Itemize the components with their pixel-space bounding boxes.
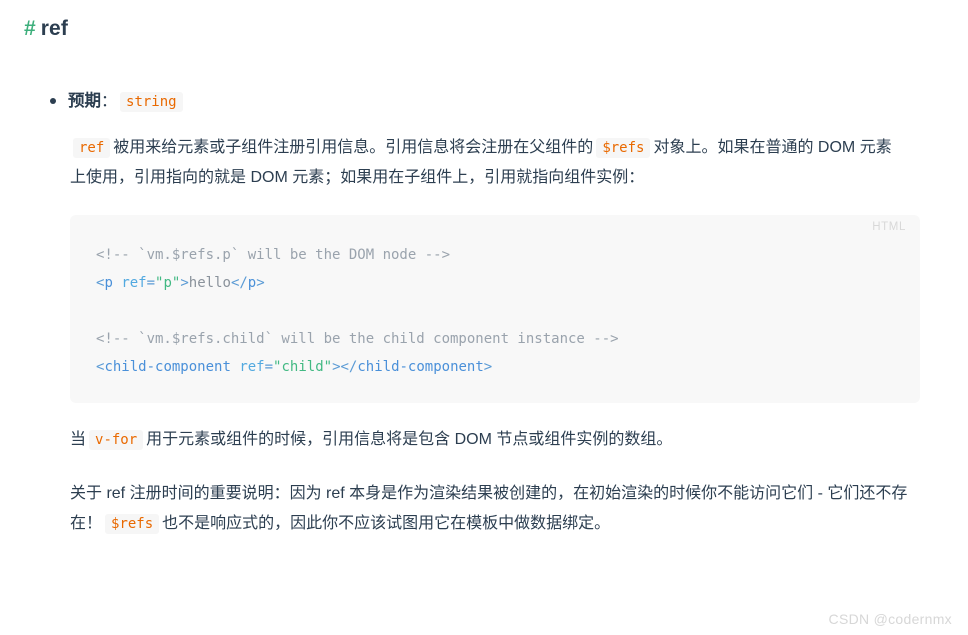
code-token-comment: <!-- `vm.$refs.p` will be the DOM node -… — [96, 247, 451, 263]
code-token-punct: </ — [230, 275, 248, 291]
code-token-tag: child-component — [357, 359, 484, 375]
code-token-tag: p — [104, 275, 113, 291]
code-language-label: HTML — [872, 221, 906, 233]
code-token-punct: > — [256, 275, 265, 291]
code-content[interactable]: <!-- `vm.$refs.p` will be the DOM node -… — [96, 241, 894, 381]
expected-type-list: 预期： string — [0, 88, 968, 115]
code-token-punct: > — [180, 275, 189, 291]
code-token-attr: ref — [121, 275, 147, 291]
inline-code-string: string — [120, 92, 183, 112]
page-title: # ref — [0, 0, 968, 44]
inline-code-refs-2: $refs — [105, 514, 160, 534]
code-token-tag: child-component — [104, 359, 231, 375]
description-paragraph-2: 当 v-for 用于元素或组件的时候，引用信息将是包含 DOM 节点或组件实例的数组… — [70, 425, 906, 455]
paragraph2-part2: 用于元素或组件的时候，引用信息将是包含 DOM 节点或组件实例的数组。 — [146, 431, 673, 448]
heading-anchor-icon[interactable]: # — [24, 14, 36, 44]
code-token-comment: <!-- `vm.$refs.child` will be the child … — [96, 331, 619, 347]
paragraph2-part1: 当 — [70, 431, 87, 448]
paragraph3-part2: 也不是响应式的，因此你不应该试图用它在模板中做数据绑定。 — [162, 515, 611, 532]
list-item: 预期： string — [0, 88, 968, 115]
inline-code-refs-1: $refs — [596, 138, 651, 158]
code-token-tag: p — [247, 275, 257, 291]
code-token-punct: = — [146, 275, 156, 291]
code-token-string: "p" — [155, 275, 181, 291]
document-page: # ref 预期： string ref 被用来给元素或子组件注册引用信息。引用信息将… — [0, 0, 968, 635]
content-body: ref 被用来给元素或子组件注册引用信息。引用信息将会注册在父组件的 $refs 对象… — [0, 133, 968, 539]
code-token-attr: ref — [239, 359, 265, 375]
code-token-text: hello — [188, 275, 231, 291]
code-token-punct: > — [332, 359, 341, 375]
code-token-string: "child" — [273, 359, 333, 375]
code-token-punct: = — [264, 359, 274, 375]
code-tokens: <!-- `vm.$refs.p` will be the DOM node -… — [96, 247, 619, 375]
code-block: HTML <!-- `vm.$refs.p` will be the DOM n… — [70, 215, 920, 403]
bullet-dot-icon — [50, 98, 56, 104]
heading-text: ref — [40, 17, 68, 40]
inline-code-vfor: v-for — [89, 430, 144, 450]
csdn-watermark: CSDN @codernmx — [828, 611, 952, 627]
expected-colon: ： — [101, 93, 118, 110]
description-paragraph-3: 关于 ref 注册时间的重要说明：因为 ref 本身是作为渲染结果被创建的，在初… — [70, 479, 920, 539]
expected-label: 预期 — [68, 92, 101, 110]
inline-code-ref: ref — [73, 138, 111, 158]
description-paragraph-1: ref 被用来给元素或子组件注册引用信息。引用信息将会注册在父组件的 $refs 对象… — [70, 133, 906, 193]
code-token-punct: > — [483, 359, 493, 375]
code-token-punct: </ — [340, 359, 358, 375]
paragraph1-part1: 被用来给元素或子组件注册引用信息。引用信息将会注册在父组件的 — [113, 139, 594, 156]
